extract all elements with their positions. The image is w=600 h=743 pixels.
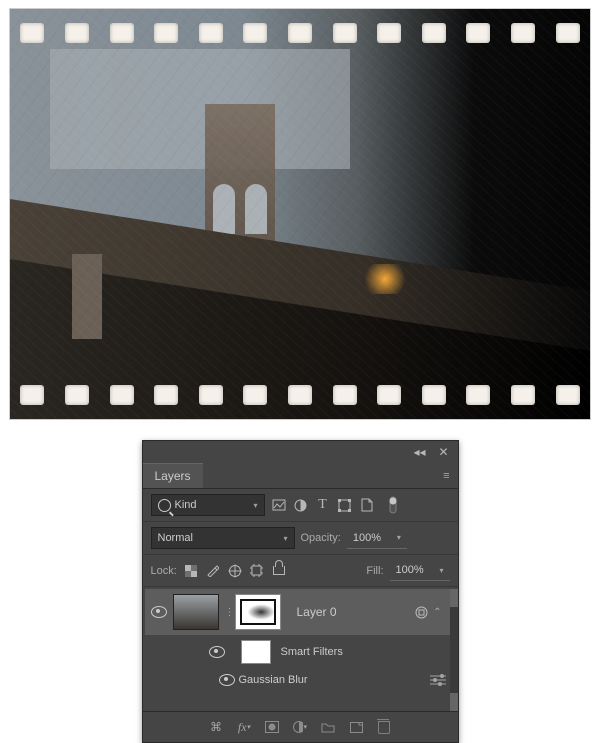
layer-list: ⋮ Layer 0 ⌃ Smart Filters Gaussian Blur [143,589,458,711]
film-sprockets-top [10,19,590,47]
opacity-value: 100% [353,532,381,544]
smart-filters-label: Smart Filters [281,646,343,658]
filter-toggle-switch[interactable] [385,497,401,513]
link-layers-icon[interactable]: ⌘ [209,719,223,735]
eye-icon [209,646,225,658]
scroll-down-icon[interactable] [450,693,458,711]
layer-name[interactable]: Layer 0 [297,605,337,619]
visibility-toggle[interactable] [215,674,239,686]
panel-menu-icon[interactable]: ≡ [435,466,457,486]
lock-label: Lock: [151,565,177,577]
fill-value: 100% [396,564,424,576]
layer-mask-thumbnail[interactable] [235,594,281,630]
filter-row-item[interactable]: Gaussian Blur [143,667,458,693]
fill-input[interactable]: 100% ▾ [390,560,450,581]
panel-footer: ⌘ fx▾ ▾ [143,711,458,742]
opacity-label: Opacity: [301,532,341,544]
lock-transparency-icon[interactable] [183,563,199,579]
layer-row[interactable]: ⋮ Layer 0 ⌃ [145,589,450,635]
chevron-down-icon: ▾ [439,566,443,575]
filter-row: Kind ▾ T [143,489,458,522]
close-icon[interactable]: ✕ [436,444,452,460]
film-scratch-overlay [10,9,590,419]
chevron-down-icon: ▾ [397,533,401,542]
panel-header: ◂◂ ✕ [143,441,458,463]
chevron-down-icon: ▾ [283,534,287,543]
filter-smartobject-icon[interactable] [359,497,375,513]
scrollbar[interactable] [450,589,458,711]
smart-filters-row[interactable]: Smart Filters [143,637,458,667]
new-layer-icon[interactable] [349,719,363,735]
opacity-input[interactable]: 100% ▾ [347,528,407,549]
film-sprockets-bottom [10,381,590,409]
tab-layers[interactable]: Layers [143,463,203,488]
search-icon [158,499,171,512]
expand-filters-icon[interactable]: ⌃ [433,607,441,618]
collapse-icon[interactable]: ◂◂ [412,444,428,460]
layer-thumbnail[interactable] [173,594,219,630]
filter-type-select[interactable]: Kind ▾ [151,494,265,516]
filter-pixel-icon[interactable] [271,497,287,513]
filter-options-icon[interactable] [430,674,446,686]
add-mask-icon[interactable] [265,719,279,735]
visibility-toggle[interactable] [145,606,173,618]
eye-icon [219,674,235,686]
layer-effects-icon[interactable]: fx▾ [237,719,251,735]
lock-row: Lock: Fill: 100% ▾ [143,555,458,587]
new-group-icon[interactable] [321,719,335,735]
blend-mode-select[interactable]: Normal ▾ [151,527,295,549]
filter-mask-thumbnail[interactable] [241,640,271,664]
smart-object-icon [413,604,429,620]
eye-icon [151,606,167,618]
delete-layer-icon[interactable] [377,719,391,735]
new-adjustment-icon[interactable]: ▾ [293,719,307,735]
layers-panel: ◂◂ ✕ Layers ≡ Kind ▾ T Normal ▾ Opacity:… [142,440,459,743]
fill-label: Fill: [366,565,383,577]
filter-shape-icon[interactable] [337,497,353,513]
lock-all-icon[interactable] [271,563,287,579]
lock-position-icon[interactable] [227,563,243,579]
filter-adjustment-icon[interactable] [293,497,309,513]
mask-link-icon[interactable]: ⋮ [225,607,235,618]
chevron-down-icon: ▾ [253,501,257,510]
document-preview [9,8,591,420]
filter-type-label: Kind [175,499,197,511]
filter-type-icon[interactable]: T [315,497,331,513]
filter-name: Gaussian Blur [239,674,308,686]
blend-mode-value: Normal [158,532,193,544]
blend-row: Normal ▾ Opacity: 100% ▾ [143,522,458,555]
lock-pixels-icon[interactable] [205,563,221,579]
lock-artboard-icon[interactable] [249,563,265,579]
visibility-toggle[interactable] [203,646,231,658]
scroll-up-icon[interactable] [450,589,458,607]
